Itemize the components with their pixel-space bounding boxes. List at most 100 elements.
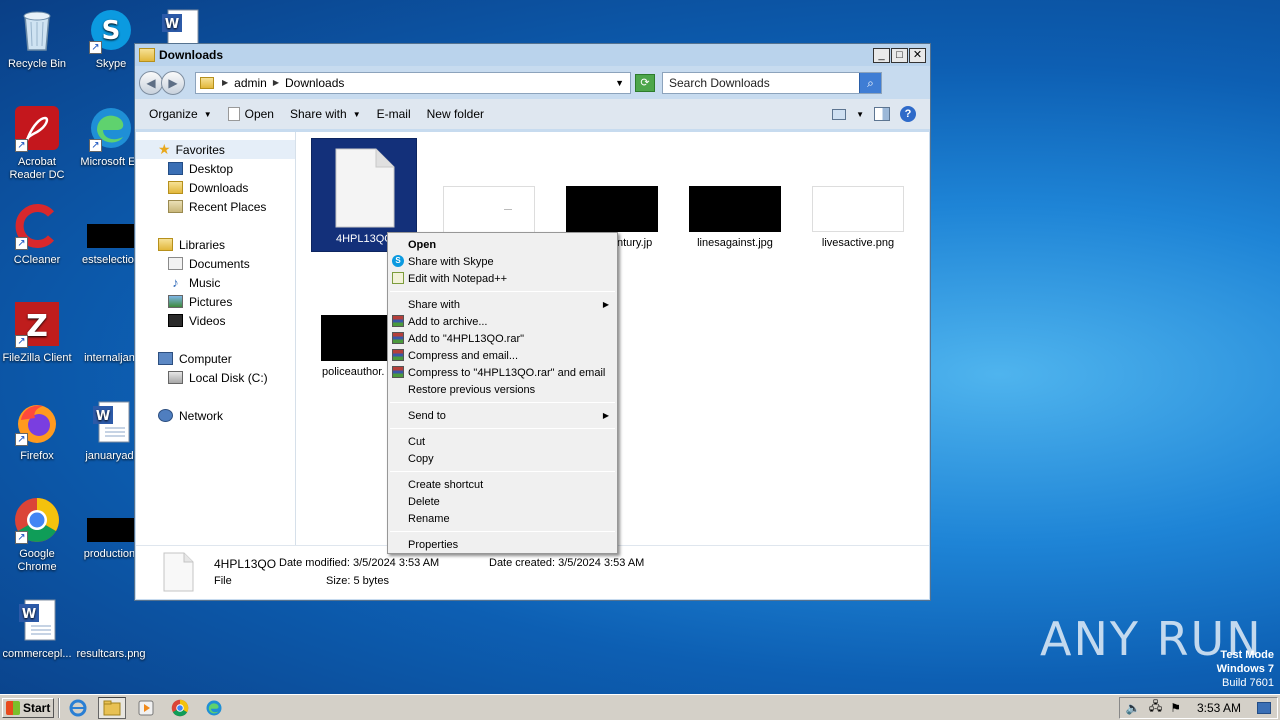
start-label: Start: [23, 700, 51, 715]
search-icon[interactable]: ⌕: [859, 72, 881, 93]
taskbar-media-player[interactable]: [132, 697, 160, 719]
menu-separator: [390, 531, 615, 532]
chevron-down-icon[interactable]: ▼: [615, 78, 624, 88]
breadcrumb-admin[interactable]: admin: [234, 76, 267, 90]
chevron-down-icon[interactable]: ▼: [856, 110, 864, 119]
menu-item-edit-notepad[interactable]: Edit with Notepad++: [388, 270, 617, 287]
search-input[interactable]: Search Downloads ⌕: [662, 71, 882, 94]
network-tray-icon[interactable]: 🖧: [1149, 697, 1162, 718]
nav-libraries[interactable]: Libraries: [136, 235, 295, 254]
desktop-icon-chrome[interactable]: ↗ Google Chrome: [0, 496, 74, 574]
chevron-right-icon[interactable]: ▶: [273, 78, 279, 87]
winrar-icon: [392, 332, 404, 344]
email-button[interactable]: E-mail: [369, 107, 419, 121]
maximize-button[interactable]: □: [891, 47, 908, 63]
downloads-folder-icon: [168, 181, 183, 194]
nav-local-disk[interactable]: Local Disk (C:): [136, 368, 295, 387]
menu-item-add-rar[interactable]: Add to "4HPL13QO.rar": [388, 330, 617, 347]
address-bar[interactable]: ▶ admin ▶ Downloads ▼: [195, 71, 631, 94]
watermark-line: Build 7601: [1222, 677, 1274, 689]
taskbar: Start 🔈 🖧 ⚑ 3:53 AM: [0, 694, 1280, 720]
back-button[interactable]: ◀: [139, 70, 163, 95]
menu-item-label: Add to archive...: [408, 315, 488, 328]
menu-item-send-to[interactable]: Send to ▶: [388, 407, 617, 424]
menu-item-compress-email[interactable]: Compress and email...: [388, 347, 617, 364]
forward-button[interactable]: ▶: [161, 70, 185, 95]
menu-item-compress-rar-email[interactable]: Compress to "4HPL13QO.rar" and email: [388, 364, 617, 381]
menu-item-share-with[interactable]: Share with ▶: [388, 296, 617, 313]
nav-downloads[interactable]: Downloads: [136, 178, 295, 197]
taskbar-edge[interactable]: [200, 697, 228, 719]
filezilla-icon: Z ↗: [13, 300, 61, 348]
nav-documents[interactable]: Documents: [136, 254, 295, 273]
menu-item-create-shortcut[interactable]: Create shortcut: [388, 476, 617, 493]
breadcrumb-downloads[interactable]: Downloads: [285, 76, 344, 90]
winrar-icon: [392, 349, 404, 361]
share-with-button[interactable]: Share with ▼: [282, 107, 369, 121]
taskbar-explorer[interactable]: [98, 696, 126, 719]
nav-network[interactable]: Network: [136, 406, 295, 425]
taskbar-chrome[interactable]: [166, 697, 194, 719]
folder-icon: [200, 76, 214, 89]
organize-button[interactable]: Organize ▼: [141, 107, 220, 121]
nav-recent-places[interactable]: Recent Places: [136, 197, 295, 216]
file-item[interactable]: linesagainst.jpg: [685, 186, 785, 249]
image-thumbnail: [566, 186, 658, 232]
menu-item-share-skype[interactable]: S Share with Skype: [388, 253, 617, 270]
chevron-right-icon[interactable]: ▶: [222, 78, 228, 87]
menu-item-restore-versions[interactable]: Restore previous versions: [388, 381, 617, 398]
details-size: Size: 5 bytes: [326, 575, 389, 587]
clock[interactable]: 3:53 AM: [1197, 701, 1241, 715]
skype-icon: S ↗: [87, 6, 135, 54]
nav-pictures[interactable]: Pictures: [136, 292, 295, 311]
desktop-icon-firefox[interactable]: ↗ Firefox: [0, 398, 74, 463]
preview-pane-icon[interactable]: [874, 107, 890, 121]
menu-item-open[interactable]: Open: [388, 236, 617, 253]
desktop-icon-commercepl[interactable]: W commercepl...: [0, 596, 74, 661]
change-view-icon[interactable]: [832, 108, 847, 120]
menu-item-label: Rename: [408, 512, 450, 525]
volume-icon[interactable]: 🔈: [1126, 701, 1141, 715]
new-folder-button[interactable]: New folder: [419, 107, 492, 121]
chevron-right-icon: ▶: [602, 300, 609, 309]
menu-item-copy[interactable]: Copy: [388, 450, 617, 467]
show-desktop-icon[interactable]: [1257, 701, 1271, 714]
watermark-line: Test Mode: [1220, 649, 1274, 661]
help-icon[interactable]: ?: [900, 106, 916, 122]
nav-computer[interactable]: Computer: [136, 349, 295, 368]
menu-item-properties[interactable]: Properties: [388, 536, 617, 553]
command-bar: Organize ▼ Open Share with ▼ E-mail New fo…: [135, 99, 930, 129]
nav-favorites[interactable]: ★ Favorites: [136, 140, 295, 159]
menu-item-add-archive[interactable]: Add to archive...: [388, 313, 617, 330]
chevron-right-icon: ▶: [602, 411, 609, 420]
nav-label: Computer: [179, 351, 232, 366]
nav-desktop[interactable]: Desktop: [136, 159, 295, 178]
file-item[interactable]: policeauthor.: [316, 315, 398, 378]
desktop-icon-filezilla[interactable]: Z ↗ FileZilla Client: [0, 300, 74, 365]
nav-label: Network: [179, 408, 224, 423]
desktop-icon-recycle-bin[interactable]: Recycle Bin: [0, 6, 74, 71]
menu-item-label: Properties: [408, 538, 459, 551]
taskbar-ie[interactable]: [64, 697, 92, 719]
file-icon: [332, 147, 396, 229]
close-button[interactable]: ✕: [909, 47, 926, 63]
action-center-flag-icon[interactable]: ⚑: [1170, 701, 1181, 715]
nav-videos[interactable]: Videos: [136, 311, 295, 330]
title-bar[interactable]: Downloads _ □ ✕: [135, 44, 930, 66]
start-button[interactable]: Start: [2, 697, 54, 718]
minimize-button[interactable]: _: [873, 47, 890, 63]
shortcut-arrow-icon: ↗: [89, 139, 102, 152]
desktop-icon-label: Acrobat Reader DC: [9, 156, 65, 181]
desktop-icon-acrobat[interactable]: ↗ Acrobat Reader DC: [0, 104, 74, 182]
details-file-type: File: [214, 575, 232, 587]
menu-item-delete[interactable]: Delete: [388, 493, 617, 510]
file-item[interactable]: [439, 186, 539, 238]
menu-item-cut[interactable]: Cut: [388, 433, 617, 450]
open-button[interactable]: Open: [220, 107, 282, 121]
refresh-icon[interactable]: ⟳: [635, 73, 655, 92]
nav-music[interactable]: ♪ Music: [136, 273, 295, 292]
file-item[interactable]: livesactive.png: [808, 186, 908, 249]
desktop-icon-resultcars[interactable]: resultcars.png: [74, 596, 148, 661]
desktop-icon-ccleaner[interactable]: ↗ CCleaner: [0, 202, 74, 267]
menu-item-rename[interactable]: Rename: [388, 510, 617, 527]
